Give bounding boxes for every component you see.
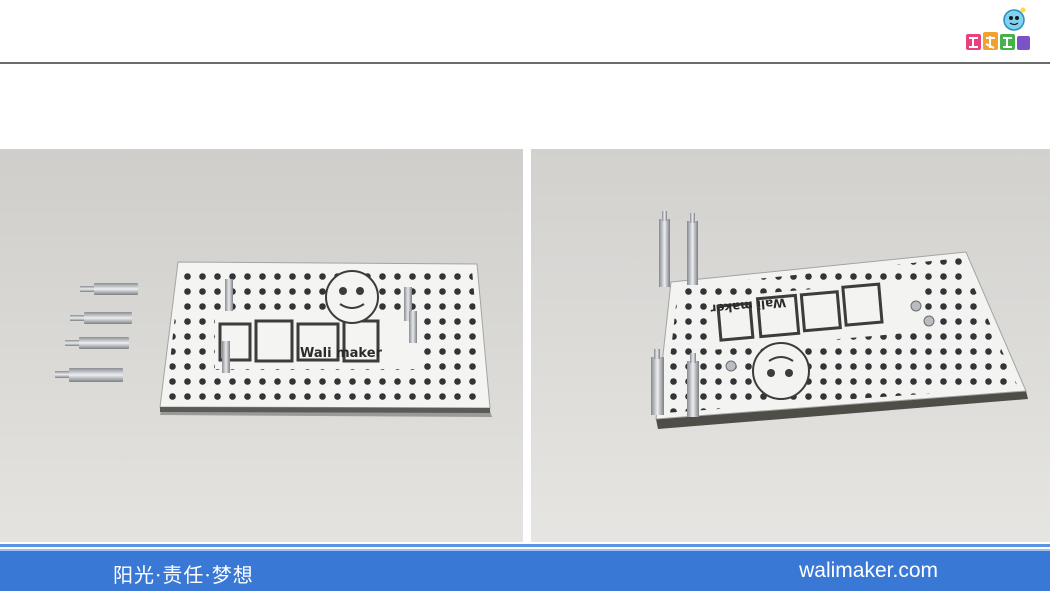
header-divider	[0, 62, 1050, 64]
footer-accent-line	[0, 544, 1050, 547]
footer-bar: 阳光·责任·梦想 walimaker.com	[0, 549, 1050, 591]
footer-slogan: 阳光·责任·梦想	[113, 563, 254, 587]
right-photo-illustration: Wali maker	[531, 149, 1050, 542]
left-board-label: Wali maker	[300, 346, 383, 361]
right-product-photo: Wali maker	[531, 149, 1050, 542]
wali-maker-logo-icon	[962, 6, 1034, 56]
footer-website-link[interactable]: walimaker.com	[799, 559, 938, 583]
left-photo-illustration: Wali maker	[0, 149, 523, 542]
left-product-photo: Wali maker	[0, 149, 523, 542]
